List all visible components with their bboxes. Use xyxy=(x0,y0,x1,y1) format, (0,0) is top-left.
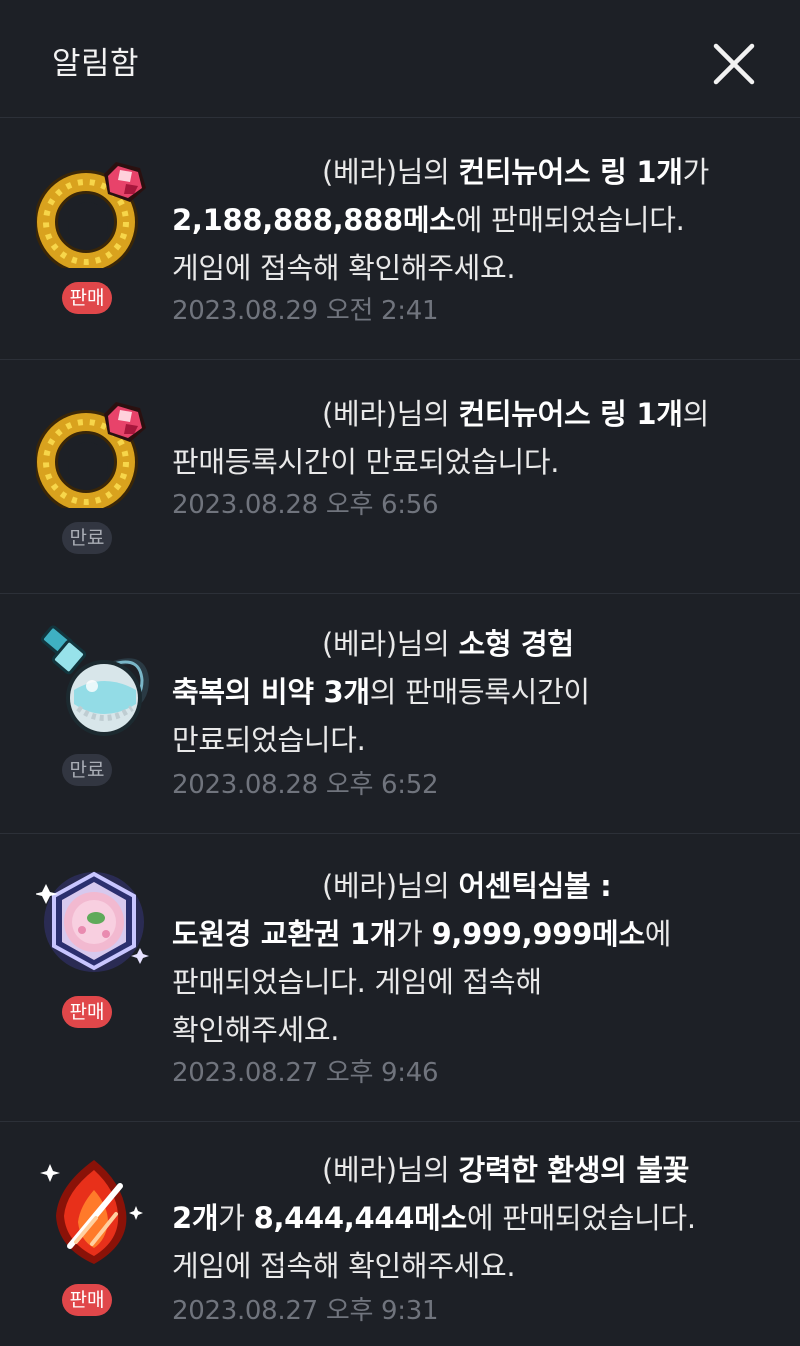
ring-icon xyxy=(36,392,152,508)
notification-timestamp: 2023.08.27 오후 9:46 xyxy=(172,1058,439,1088)
flame-icon xyxy=(36,1156,152,1272)
status-badge-expired: 만료 xyxy=(62,754,112,786)
status-badge-sold: 판매 xyxy=(62,996,112,1028)
redacted-seller-name xyxy=(172,871,322,901)
status-badge-sold: 판매 xyxy=(62,282,112,314)
symbol-icon xyxy=(36,864,152,980)
redacted-seller-name xyxy=(172,629,322,659)
notification-header: 알림함 xyxy=(0,0,800,118)
notification-item[interactable]: 판매 (베라)님의 강력한 환생의 불꽃 2개가 8,444,444메소에 판매… xyxy=(0,1122,800,1346)
notification-timestamp: 2023.08.27 오후 9:31 xyxy=(172,1296,439,1326)
redacted-seller-name xyxy=(172,399,322,429)
redacted-seller-name xyxy=(172,1155,322,1185)
notification-timestamp: 2023.08.29 오전 2:41 xyxy=(172,296,439,326)
notification-timestamp: 2023.08.28 오후 6:56 xyxy=(172,490,439,520)
status-badge-sold: 판매 xyxy=(62,1284,112,1316)
notification-message: (베라)님의 강력한 환생의 불꽃 2개가 8,444,444메소에 판매되었습… xyxy=(172,1153,696,1283)
notification-message: (베라)님의 컨티뉴어스 링 1개가 2,188,888,888메소에 판매되었… xyxy=(172,155,710,285)
notification-message: (베라)님의 소형 경험 축복의 비약 3개의 판매등록시간이 만료되었습니다. xyxy=(172,627,590,757)
potion-icon xyxy=(36,624,152,740)
notification-item[interactable]: 만료 (베라)님의 컨티뉴어스 링 1개의 판매등록시간이 만료되었습니다. 2… xyxy=(0,360,800,594)
notification-item[interactable]: 판매 (베라)님의 어센틱심볼 : 도원경 교환권 1개가 9,999,999메… xyxy=(0,834,800,1122)
close-button[interactable] xyxy=(708,38,760,90)
notification-message: (베라)님의 컨티뉴어스 링 1개의 판매등록시간이 만료되었습니다. xyxy=(172,397,710,479)
notification-item[interactable]: 만료 (베라)님의 소형 경험 축복의 비약 3개의 판매등록시간이 만료되었습… xyxy=(0,594,800,834)
page-title: 알림함 xyxy=(52,46,140,82)
close-icon xyxy=(713,43,755,85)
notification-message: (베라)님의 어센틱심볼 : 도원경 교환권 1개가 9,999,999메소에 … xyxy=(172,869,672,1047)
redacted-seller-name xyxy=(172,157,322,187)
ring-icon xyxy=(36,152,152,268)
notification-item[interactable]: 판매 (베라)님의 컨티뉴어스 링 1개가 2,188,888,888메소에 판… xyxy=(0,118,800,360)
notification-timestamp: 2023.08.28 오후 6:52 xyxy=(172,770,439,800)
status-badge-expired: 만료 xyxy=(62,522,112,554)
